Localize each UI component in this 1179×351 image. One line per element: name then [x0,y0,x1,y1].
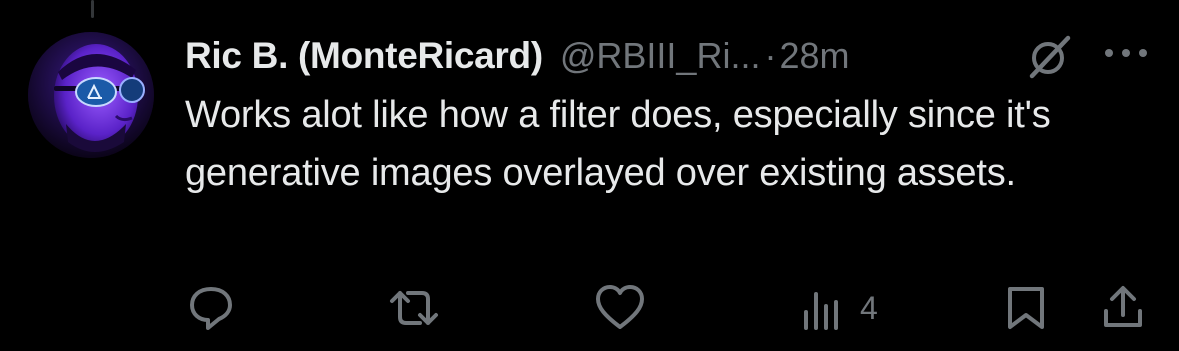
share-upload-icon [1104,286,1142,327]
tweet-header: Ric B. (MonteRicard) @RBIII_Ri... · 28m [185,30,1165,82]
display-name[interactable]: Ric B. (MonteRicard) [185,35,543,77]
analytics-bars-icon [804,292,838,330]
user-handle[interactable]: @RBIII_Ri... [560,35,761,77]
more-options-button[interactable] [1098,33,1154,73]
grok-slash-circle-icon [1029,35,1071,79]
heart-icon [596,285,644,329]
avatar[interactable] [28,32,154,158]
share-button[interactable] [1098,282,1148,334]
dot-separator: · [764,35,777,76]
retweet-arrows-icon [390,291,438,325]
timestamp[interactable]: 28m [779,35,849,77]
grok-button[interactable] [1022,33,1076,81]
like-button[interactable] [594,282,646,334]
retweet-button[interactable] [384,282,444,334]
views-button[interactable]: 4 [802,282,878,334]
tweet-text: Works alot like how a filter does, espec… [185,94,1051,194]
reply-button[interactable] [186,282,236,334]
more-horizontal-icon [1105,49,1147,57]
bookmark-icon [1008,287,1044,329]
view-count: 4 [860,289,878,326]
thread-connector-line [91,0,94,18]
reply-bubble-icon [190,287,232,330]
bookmark-button[interactable] [1004,282,1048,334]
